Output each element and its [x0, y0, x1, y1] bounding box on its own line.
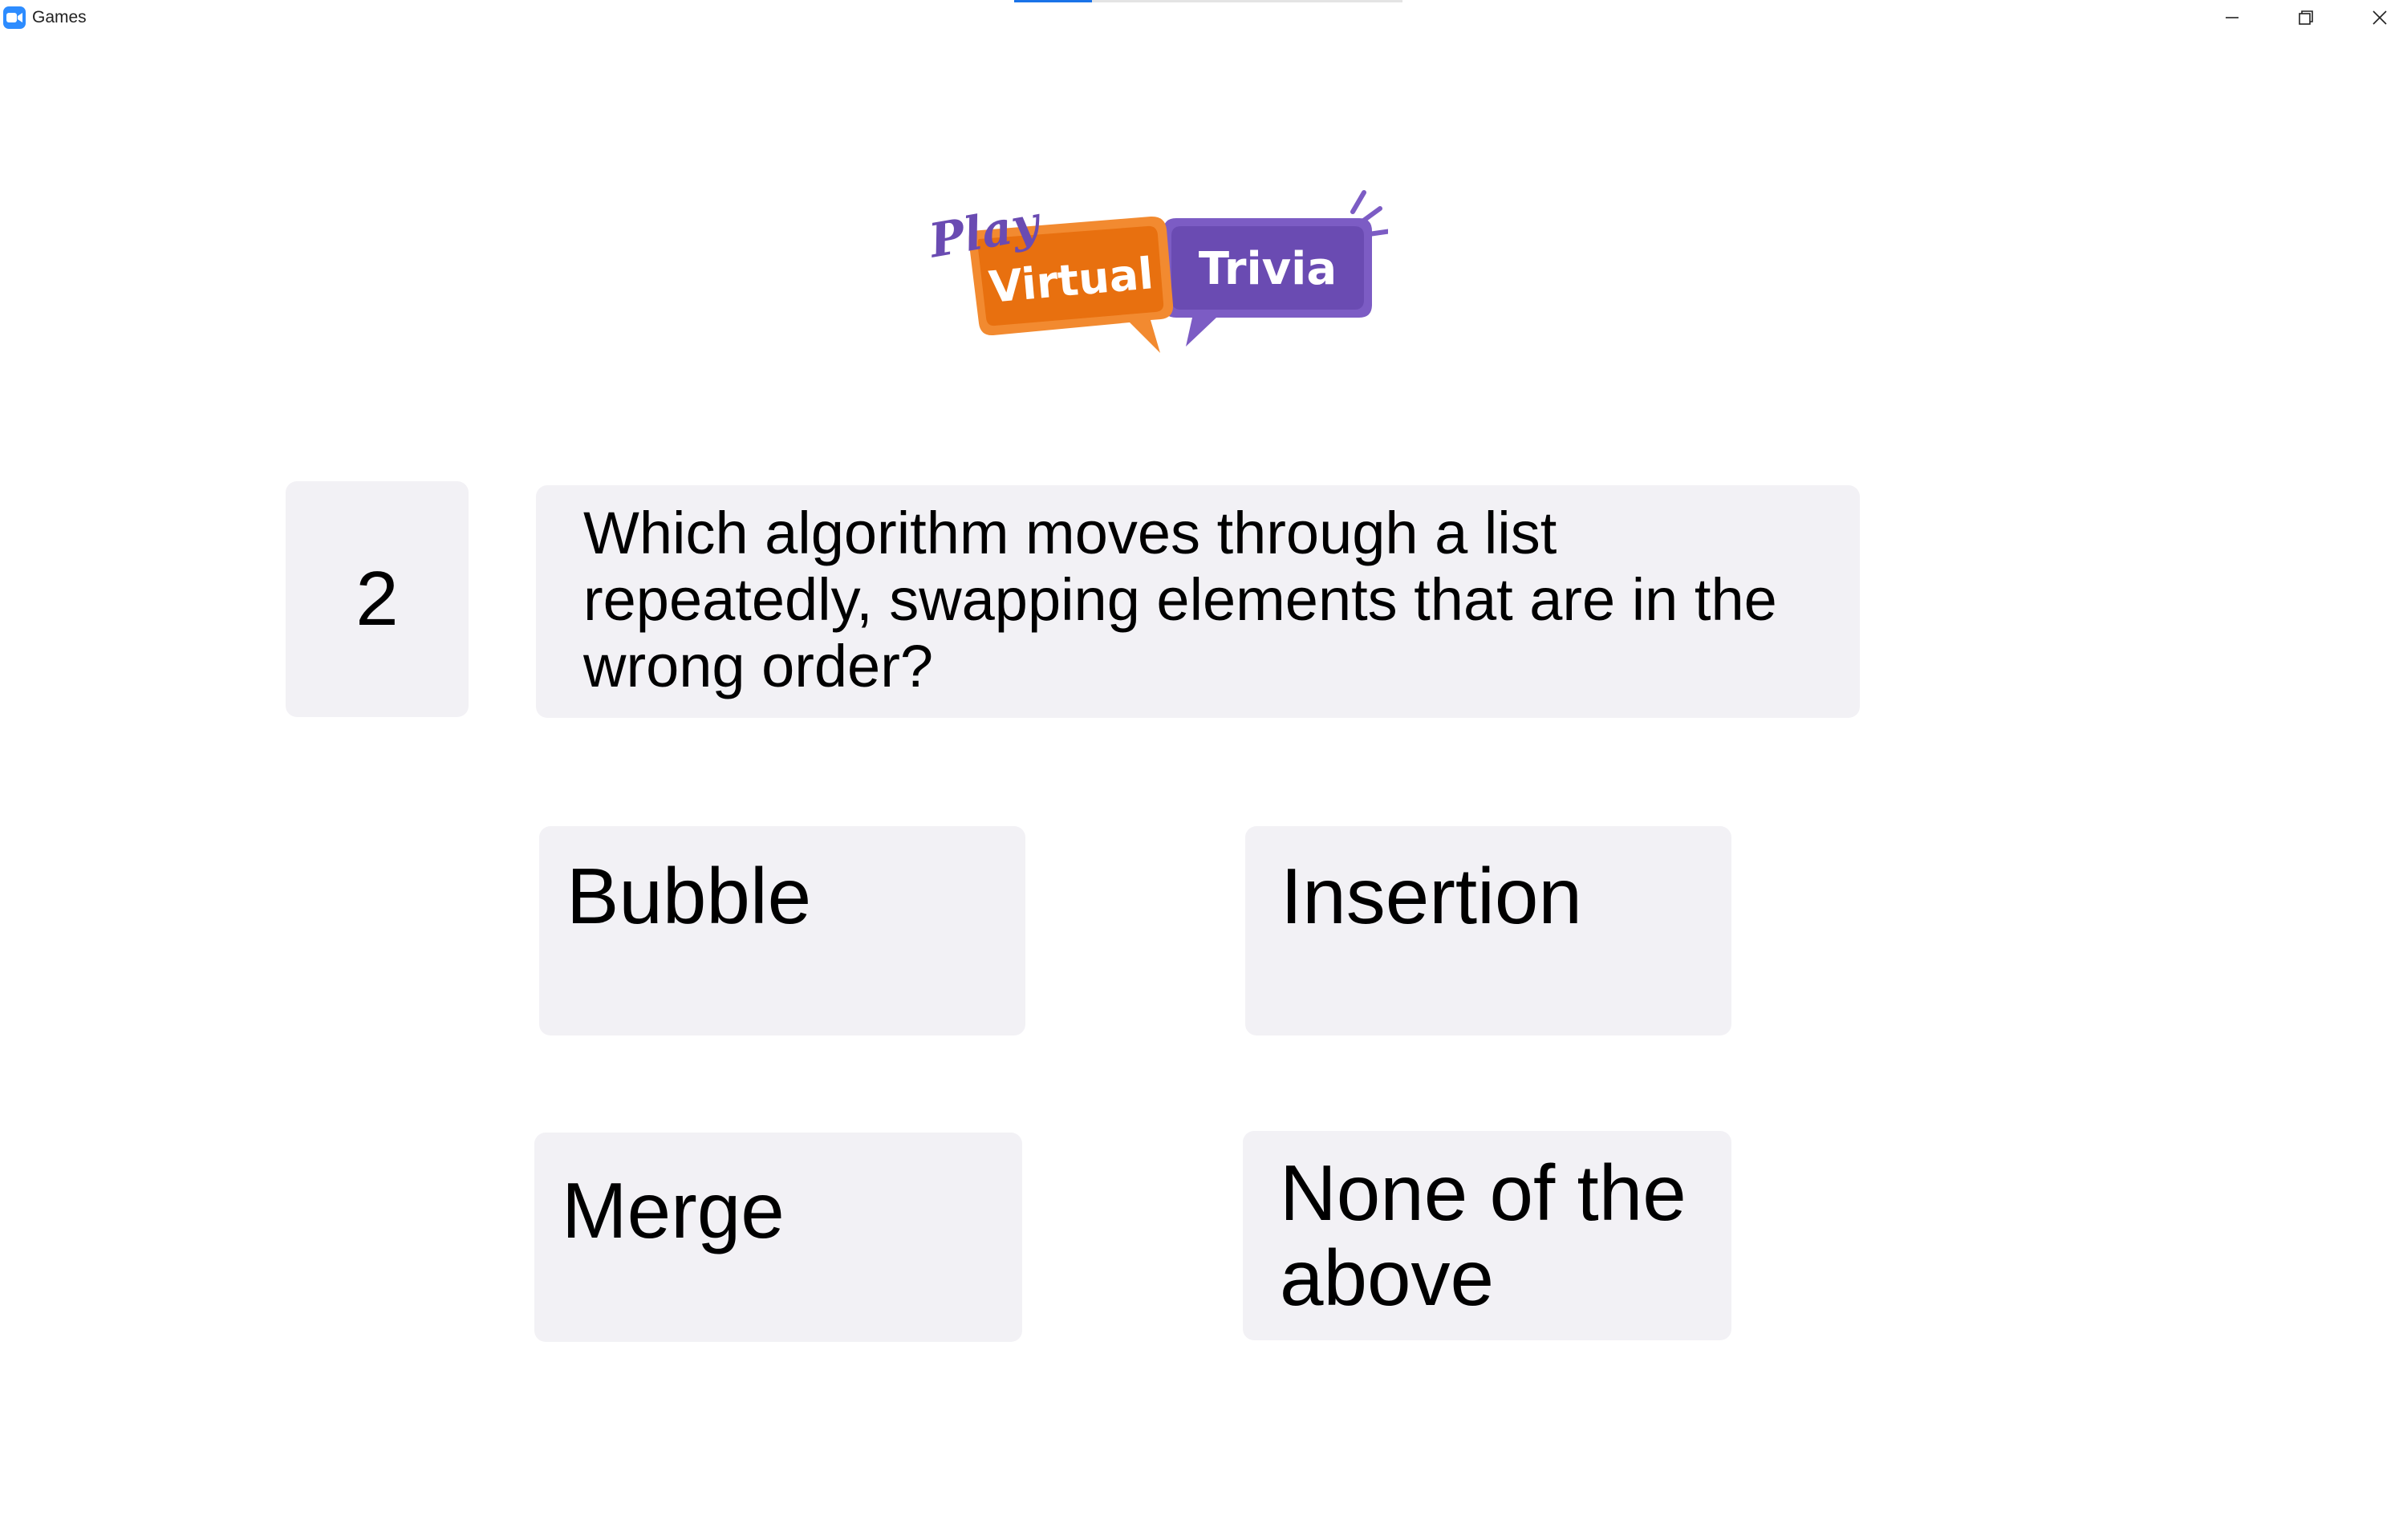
- loading-progress-fill: [1014, 0, 1092, 2]
- trivia-speech-bubble: Trivia: [1163, 218, 1372, 346]
- restore-icon: [2299, 10, 2313, 25]
- zoom-camera-icon: [3, 6, 26, 29]
- restore-button[interactable]: [2269, 0, 2343, 35]
- close-icon: [2372, 10, 2387, 25]
- play-virtual-trivia-logo: Trivia Virtual Play: [923, 184, 1394, 369]
- answer-option-3[interactable]: Merge: [534, 1133, 1022, 1342]
- window-title: Games: [32, 8, 87, 26]
- answer-option-2[interactable]: Insertion: [1245, 826, 1731, 1035]
- answer-option-1[interactable]: Bubble: [539, 826, 1025, 1035]
- answer-option-4[interactable]: None of the above: [1243, 1131, 1731, 1340]
- close-button[interactable]: [2343, 0, 2407, 35]
- loading-progress: [1014, 0, 1402, 2]
- minimize-button[interactable]: [2195, 0, 2269, 35]
- question-text: Which algorithm moves through a list rep…: [536, 485, 1860, 718]
- question-number: 2: [286, 481, 469, 717]
- title-bar: Games: [0, 0, 2407, 35]
- minimize-icon: [2226, 17, 2239, 18]
- games-window: Games Trivia Virtual Play 2 Which algori…: [0, 0, 2407, 1540]
- logo-trivia-text: Trivia: [1199, 243, 1337, 295]
